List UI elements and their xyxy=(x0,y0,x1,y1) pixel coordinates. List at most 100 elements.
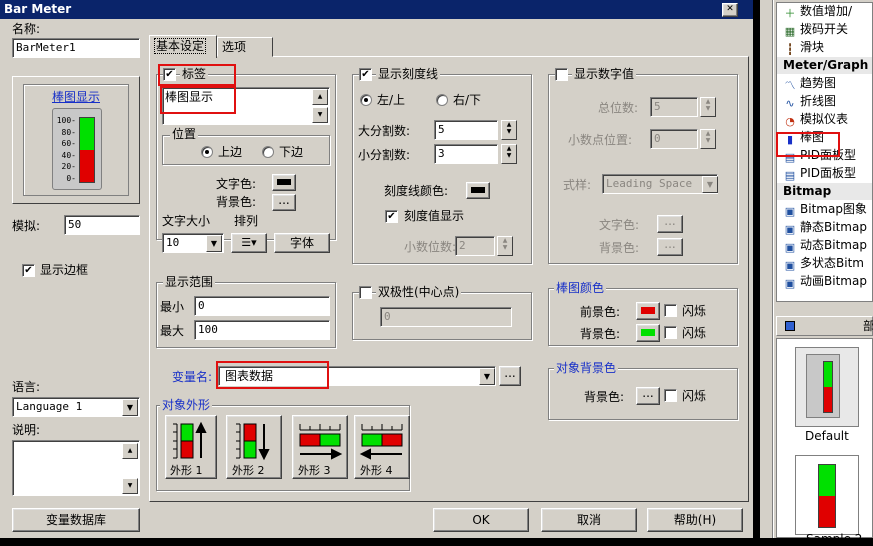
style-dropdown-button[interactable]: ▼ xyxy=(702,176,718,193)
total-digits-spinner[interactable]: ▲ ▼ xyxy=(700,97,716,117)
variable-name-dropdown-button[interactable]: ▼ xyxy=(479,368,495,385)
scale-color-button[interactable] xyxy=(466,182,490,199)
total-digits-label: 总位数: xyxy=(598,101,639,115)
preview-tick-label: 40- xyxy=(61,150,76,160)
scale-checkbox[interactable]: ✔ xyxy=(359,68,372,81)
show-scale-values-checkbox[interactable]: ✔ xyxy=(385,210,398,223)
list-category-header[interactable]: Meter/Graph xyxy=(777,57,872,74)
align-button[interactable]: ☰▾ xyxy=(231,233,267,253)
bar-fg-color-button[interactable] xyxy=(636,302,660,320)
scale-left-top-radio[interactable] xyxy=(360,94,372,106)
shape-1-button[interactable]: 外形 1 xyxy=(165,415,217,479)
thumbwheel-icon: ▦ xyxy=(784,25,796,38)
minor-divisions-spinner[interactable]: ▲ ▼ xyxy=(501,144,517,164)
font-button[interactable]: 字体 xyxy=(274,233,330,253)
scale-right-bottom-radio[interactable] xyxy=(436,94,448,106)
tab-options[interactable]: 选项 xyxy=(217,37,273,57)
object-bg-blink-checkbox[interactable] xyxy=(664,389,677,402)
position-top-radio[interactable] xyxy=(201,146,213,158)
font-size-value: 10 xyxy=(166,236,180,249)
language-select[interactable]: Language 1 xyxy=(12,397,140,417)
style-label: 式样: xyxy=(563,178,592,192)
bitmap-icon: ▣ xyxy=(784,241,796,254)
label-text-highlight-box xyxy=(160,86,236,114)
label-text-scroll-up[interactable]: ▲ xyxy=(312,89,328,105)
line-chart-icon: ∿ xyxy=(785,97,795,110)
sample-2[interactable] xyxy=(795,455,859,535)
help-button[interactable]: 帮助(H) xyxy=(647,508,743,532)
chevron-down-icon: ▼ xyxy=(210,239,218,248)
description-scroll-down[interactable]: ▼ xyxy=(122,478,138,494)
list-category-header[interactable]: Bitmap xyxy=(777,183,872,200)
sample-default[interactable] xyxy=(795,347,859,427)
label-text-scroll-down[interactable]: ▼ xyxy=(312,107,328,123)
cancel-button[interactable]: 取消 xyxy=(541,508,637,532)
preview-panel-icon xyxy=(785,321,795,331)
bipolar-checkbox[interactable] xyxy=(359,286,372,299)
decimal-position-spinner[interactable]: ▲ ▼ xyxy=(700,129,716,149)
show-border-checkbox[interactable]: ✔ xyxy=(22,264,35,277)
list-item[interactable]: ▣ 动态Bitmap xyxy=(777,237,872,254)
position-bottom-radio[interactable] xyxy=(262,146,274,158)
variable-name-label: 变量名: xyxy=(172,370,213,384)
list-item[interactable]: ◔ 模拟仪表 xyxy=(777,111,872,128)
preview-tick-label: 100- xyxy=(56,116,76,125)
bar-fg-blink-checkbox[interactable] xyxy=(664,304,677,317)
digital-text-color-label: 文字色: xyxy=(599,218,640,232)
bar-bg-color-label: 背景色: xyxy=(580,327,621,341)
cancel-button-label: 取消 xyxy=(576,513,601,527)
side-panel: ＋数值增加/▦ 拨码开关 ┇ 滑块 Meter/Graph 〽趋势图 ∿ 折线图 ◔ 模拟仪表 ▮ 棒… xyxy=(760,0,873,546)
shape-3-icon xyxy=(299,424,343,460)
label-text-color-button[interactable] xyxy=(272,174,296,191)
name-field[interactable]: BarMeter1 xyxy=(12,38,140,58)
bar-bg-color-button[interactable] xyxy=(636,324,660,342)
description-field[interactable] xyxy=(12,440,140,496)
bipolar-center-field[interactable]: 0 xyxy=(380,307,512,327)
close-button[interactable]: ✕ xyxy=(722,3,738,17)
digital-text-color-button[interactable]: ... xyxy=(657,215,683,233)
variable-database-button[interactable]: 变量数据库 xyxy=(12,508,140,532)
preview-panel-header: 部 xyxy=(776,316,873,336)
shape-4-button[interactable]: 外形 4 xyxy=(354,415,410,479)
language-dropdown-button[interactable]: ▼ xyxy=(122,399,138,416)
variable-browse-button[interactable]: ... xyxy=(499,366,521,386)
shape-2-button[interactable]: 外形 2 xyxy=(226,415,282,479)
font-size-dropdown-button[interactable]: ▼ xyxy=(206,235,222,252)
range-min-field[interactable]: 0 xyxy=(194,296,330,316)
bar-fg-blink-label: 闪烁 xyxy=(682,304,707,318)
tab-basic-settings[interactable]: 基本设定 xyxy=(149,35,217,58)
decimal-position-field[interactable]: 0 xyxy=(650,129,698,149)
major-divisions-field[interactable]: 5 xyxy=(434,120,498,140)
decimals-field[interactable]: 2 xyxy=(455,236,495,256)
digital-value-checkbox[interactable] xyxy=(555,68,568,81)
list-item[interactable]: 〽趋势图 xyxy=(777,75,872,92)
minor-divisions-field[interactable]: 3 xyxy=(434,144,498,164)
list-item[interactable]: ▦ 拨码开关 xyxy=(777,21,872,38)
range-max-field[interactable]: 100 xyxy=(194,320,330,340)
decimals-spinner[interactable]: ▲ ▼ xyxy=(497,236,513,256)
digital-bg-color-button[interactable]: ... xyxy=(657,238,683,256)
shape-2-label: 外形 2 xyxy=(232,464,265,477)
total-digits-field[interactable]: 5 xyxy=(650,97,698,117)
style-select[interactable]: Leading Space xyxy=(602,174,718,194)
shape-3-button[interactable]: 外形 3 xyxy=(292,415,348,479)
list-item[interactable]: ┇ 滑块 xyxy=(777,39,872,56)
simulate-field[interactable]: 50 xyxy=(64,215,140,235)
list-item-label: 动态Bitmap xyxy=(800,238,867,252)
close-icon: ✕ xyxy=(726,4,734,14)
list-item[interactable]: ▣ 动画Bitmap xyxy=(777,273,872,290)
major-divisions-spinner[interactable]: ▲ ▼ xyxy=(501,120,517,140)
list-item-label: 趋势图 xyxy=(800,76,837,90)
label-bg-color-button[interactable]: ... xyxy=(272,194,296,211)
list-item[interactable]: ▣ 多状态Bitm xyxy=(777,255,872,272)
bar-fg-color-swatch xyxy=(641,307,655,314)
list-item[interactable]: ▣ 静态Bitmap xyxy=(777,219,872,236)
description-scroll-up[interactable]: ▲ xyxy=(122,443,138,459)
object-bg-color-button[interactable]: ... xyxy=(636,387,660,405)
list-item[interactable]: ▣ Bitmap图象 xyxy=(777,201,872,218)
list-item[interactable]: ∿ 折线图 xyxy=(777,93,872,110)
bar-bg-blink-checkbox[interactable] xyxy=(664,326,677,339)
list-item[interactable]: ▤ PID面板型 xyxy=(777,165,872,182)
list-item[interactable]: ＋ 数值增加/ xyxy=(777,3,872,20)
ok-button[interactable]: OK xyxy=(433,508,529,532)
